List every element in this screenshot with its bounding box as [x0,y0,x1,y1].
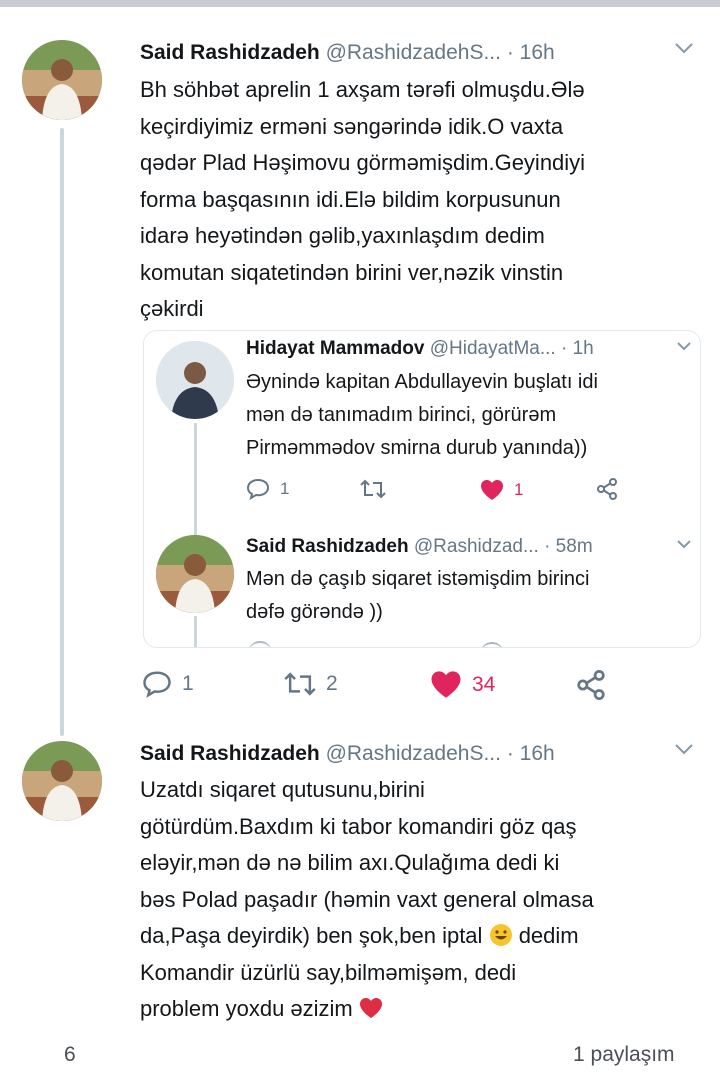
thread-line [194,616,197,647]
reply-header: Said Rashidzadeh @Rashidzad... · 58m [246,535,593,559]
heart-icon [431,671,461,698]
tweet-text: Uzatdı siqaret qutusunu,birini götürdüm.… [140,772,710,1028]
chevron-down-icon[interactable] [676,339,692,357]
avatar[interactable] [156,535,234,613]
reply-count: 1 [280,479,290,498]
author-handle[interactable]: @RashidzadehS... [326,742,501,765]
timestamp[interactable]: · 16h [507,41,555,64]
author-name[interactable]: Said Rashidzadeh [246,536,409,557]
retweet-button[interactable] [360,479,386,499]
tweet-header: Said Rashidzadeh @RashidzadehS... · 16h [140,741,555,767]
author-name[interactable]: Hidayat Mammadov [246,338,424,359]
author-handle[interactable]: @RashidzadehS... [326,41,501,64]
top-divider [0,0,720,7]
timestamp[interactable]: · 16h [507,742,555,765]
retweet-icon [284,672,316,696]
like-count: 34 [472,672,496,696]
retweet-button[interactable]: 2 [284,671,338,697]
reply-header: Hidayat Mammadov @HidayatMa... · 1h [246,337,594,361]
red-heart-emoji [359,994,383,1018]
author-name[interactable]: Said Rashidzadeh [140,41,320,64]
author-handle[interactable]: @HidayatMa... [430,338,556,359]
tweet-header: Said Rashidzadeh @RashidzadehS... · 16h [140,40,555,66]
reply-text: Mən də çaşıb siqaret istəmişdim birinci … [246,568,590,623]
reply-icon [248,641,272,647]
reply-count: 1 [182,672,194,695]
like-button[interactable]: 34 [430,670,495,699]
thread-line [194,423,197,543]
like-count: 1 [514,480,524,499]
author-name[interactable]: Said Rashidzadeh [140,742,320,765]
reply-button[interactable]: 1 [142,670,194,698]
avatar[interactable] [156,341,234,419]
share-icon [597,478,617,500]
replies-card[interactable]: Hidayat Mammadov @HidayatMa... · 1h Əyni… [143,330,701,648]
chevron-down-icon[interactable] [674,41,694,60]
reply-icon [246,478,270,500]
timestamp[interactable]: · 58m [544,536,593,557]
like-button[interactable]: 1 [480,479,523,501]
avatar[interactable] [22,40,102,120]
share-count[interactable]: 1 paylaşım [573,1043,675,1067]
share-button[interactable] [596,478,618,500]
reply-button[interactable]: 1 [246,478,289,500]
reaction-count[interactable]: 6 [64,1043,76,1067]
heart-icon [481,480,503,500]
grinning-emoji [489,922,513,946]
author-handle[interactable]: @Rashidzad... [414,536,539,557]
tweet-text: Bh söhbət aprelin 1 axşam tərəfi olmuşdu… [140,77,586,321]
avatar[interactable] [22,741,102,821]
reply-icon [143,671,171,698]
share-button[interactable] [576,670,606,700]
share-icon [577,670,605,700]
chevron-down-icon[interactable] [674,742,694,761]
heart-icon [480,642,504,647]
chevron-down-icon[interactable] [676,537,692,555]
retweet-icon [360,479,386,499]
timestamp[interactable]: · 1h [561,338,594,359]
retweet-count: 2 [326,672,338,695]
thread-line [60,128,64,736]
reply-text: Əynində kapitan Abdullayevin buşlatı idi… [246,371,598,459]
